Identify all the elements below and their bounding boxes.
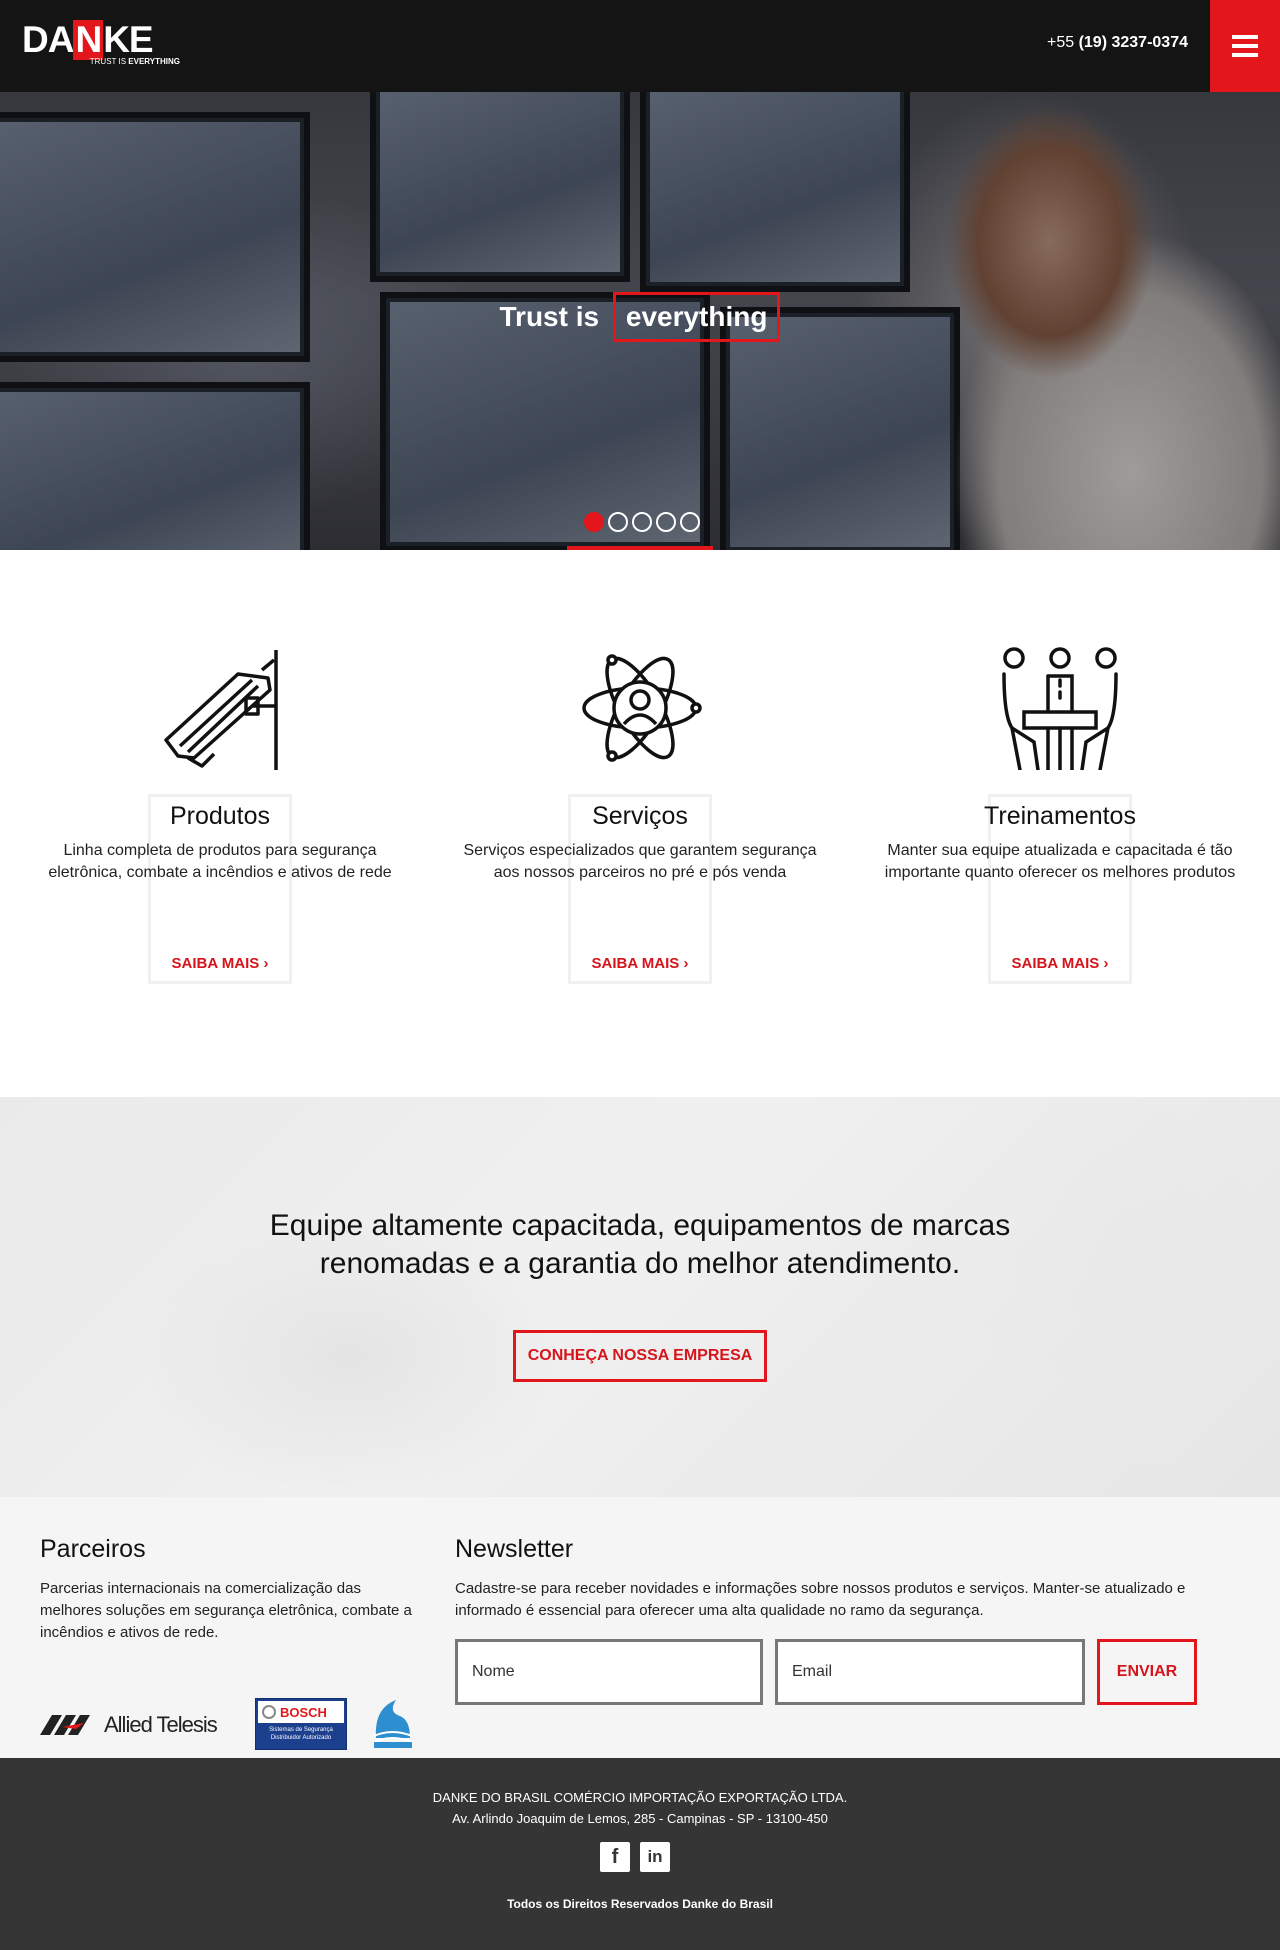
feature-text: Manter sua equipe atualizada e capacitad… [884,842,1236,881]
slider-dot[interactable] [584,512,604,532]
header-phone[interactable]: +55 (19) 3237-0374 [1047,34,1188,52]
email-input[interactable]: Email [775,1639,1085,1705]
partners-title: Parceiros [40,1535,146,1563]
feature-text: Serviços especializados que garantem seg… [463,842,817,881]
newsletter-title: Newsletter [455,1535,574,1563]
feature-title: Treinamentos [984,802,1136,830]
allied-telesis-mark-icon [40,1715,90,1735]
saiba-mais-link[interactable]: SAIBA MAIS › [427,955,853,972]
conheca-empresa-button[interactable]: CONHEÇA NOSSA EMPRESA [513,1330,767,1382]
feature-title: Serviços [592,802,688,830]
atom-person-icon [582,654,702,762]
security-camera-icon [164,650,278,770]
features-section: Produtos Linha completa de produtos para… [0,550,1280,1097]
company-banner: Equipe altamente capacitada, equipamento… [0,1097,1280,1497]
feature-produtos: Produtos Linha completa de produtos para… [7,550,433,1097]
partner-logos: Allied Telesis BOSCH Sistemas de Seguran… [40,1698,420,1754]
hero-slider: Trust is everything [0,92,1280,550]
menu-button[interactable] [1210,0,1280,92]
footer-copyright: Todos os Direitos Reservados Danke do Br… [507,1897,773,1911]
linkedin-icon[interactable]: in [640,1842,670,1872]
saiba-mais-link[interactable]: SAIBA MAIS › [847,955,1273,972]
bosch-armature-icon [262,1705,276,1719]
banner-headline: Equipe altamente capacitada, equipamento… [269,1209,1011,1280]
newsletter-form: Nome Email ENVIAR [455,1639,1240,1705]
slider-dot[interactable] [680,512,700,532]
feature-servicos: Serviços Serviços especializados que gar… [427,550,853,1097]
slider-dot[interactable] [608,512,628,532]
facebook-icon[interactable]: f [600,1842,630,1872]
social-links: f in [600,1842,670,1872]
feature-text: Linha completa de produtos para seguranç… [48,842,392,881]
newsletter-text: Cadastre-se para receber novidades e inf… [455,1580,1186,1619]
partners-newsletter-section: Parceiros Parcerias internacionais na co… [0,1497,1280,1758]
feature-treinamentos: Treinamentos Manter sua equipe atualizad… [847,550,1273,1097]
logo-tagline: TRUST IS EVERYTHING [89,57,180,66]
newsletter-block: Newsletter Cadastre-se para receber novi… [455,1535,1240,1705]
bosch-logo[interactable]: BOSCH Sistemas de Segurança Distribuidor… [255,1698,347,1750]
partners-text: Parcerias internacionais na comercializa… [40,1580,412,1641]
site-header: DA N KE TRUST IS EVERYTHING +55 (19) 3237-… [0,0,1280,92]
footer-company: DANKE DO BRASIL COMÉRCIO IMPORTAÇÃO EXPO… [432,1790,848,1805]
slider-dot[interactable] [632,512,652,532]
hamburger-icon [1232,35,1258,39]
slider-dot[interactable] [656,512,676,532]
footer-address: Av. Arlindo Joaquim de Lemos, 285 - Camp… [452,1811,828,1826]
danke-logo[interactable]: DA N KE TRUST IS EVERYTHING [22,20,182,70]
feature-title: Produtos [169,802,271,830]
partners-block: Parceiros Parcerias internacionais na co… [40,1535,420,1750]
saiba-mais-link[interactable]: SAIBA MAIS › [7,955,433,972]
site-footer: DANKE DO BRASIL COMÉRCIO IMPORTAÇÃO EXPO… [0,1758,1280,1950]
slider-dots [584,512,700,532]
enviar-button[interactable]: ENVIAR [1097,1639,1197,1705]
meeting-people-icon [1002,647,1118,770]
wave-partner-logo[interactable] [370,1698,414,1750]
name-input[interactable]: Nome [455,1639,763,1705]
allied-telesis-logo[interactable]: Allied Telesis [40,1712,218,1738]
hero-title: Trust is everything [0,292,1280,342]
